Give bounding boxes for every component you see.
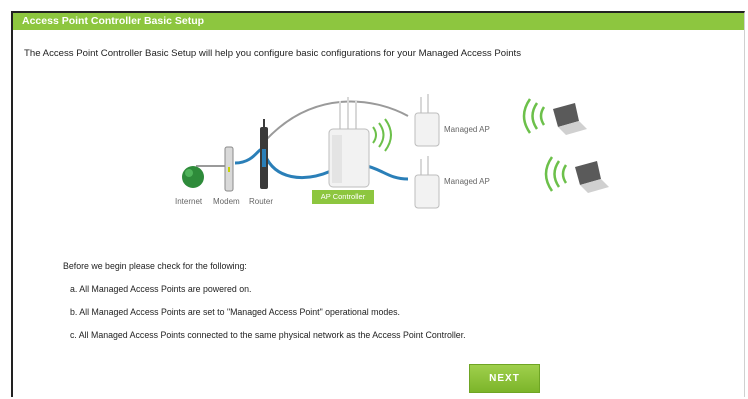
checklist-item: a. All Managed Access Points are powered… bbox=[70, 284, 252, 294]
ap-controller-label: AP Controller bbox=[312, 190, 374, 204]
managed-ap-1-icon bbox=[414, 94, 440, 147]
laptop-1-icon bbox=[522, 98, 587, 135]
network-diagram-graphic bbox=[182, 94, 609, 209]
network-diagram: Internet Modem Router Managed AP Managed… bbox=[13, 79, 747, 229]
intro-text: The Access Point Controller Basic Setup … bbox=[24, 48, 522, 59]
modem-label: Modem bbox=[213, 197, 240, 206]
wifi-signal-icon bbox=[372, 118, 392, 152]
laptop-2-icon bbox=[544, 156, 609, 193]
checklist-lead: Before we begin please check for the fol… bbox=[63, 261, 247, 271]
modem-icon bbox=[224, 146, 234, 192]
managed-ap-1-label: Managed AP bbox=[444, 125, 490, 134]
internet-label: Internet bbox=[175, 197, 203, 206]
internet-globe-icon bbox=[182, 166, 204, 188]
ap-controller-icon bbox=[328, 97, 370, 188]
managed-ap-2-label: Managed AP bbox=[444, 177, 490, 186]
checklist-item: b. All Managed Access Points are set to … bbox=[70, 307, 400, 317]
page-title: Access Point Controller Basic Setup bbox=[13, 13, 744, 30]
setup-panel: Access Point Controller Basic Setup The … bbox=[11, 11, 745, 397]
router-icon bbox=[260, 119, 268, 189]
router-label: Router bbox=[249, 197, 274, 206]
managed-ap-2-icon bbox=[414, 156, 440, 209]
checklist-item: c. All Managed Access Points connected t… bbox=[70, 330, 466, 340]
next-button[interactable]: NEXT bbox=[469, 364, 540, 393]
